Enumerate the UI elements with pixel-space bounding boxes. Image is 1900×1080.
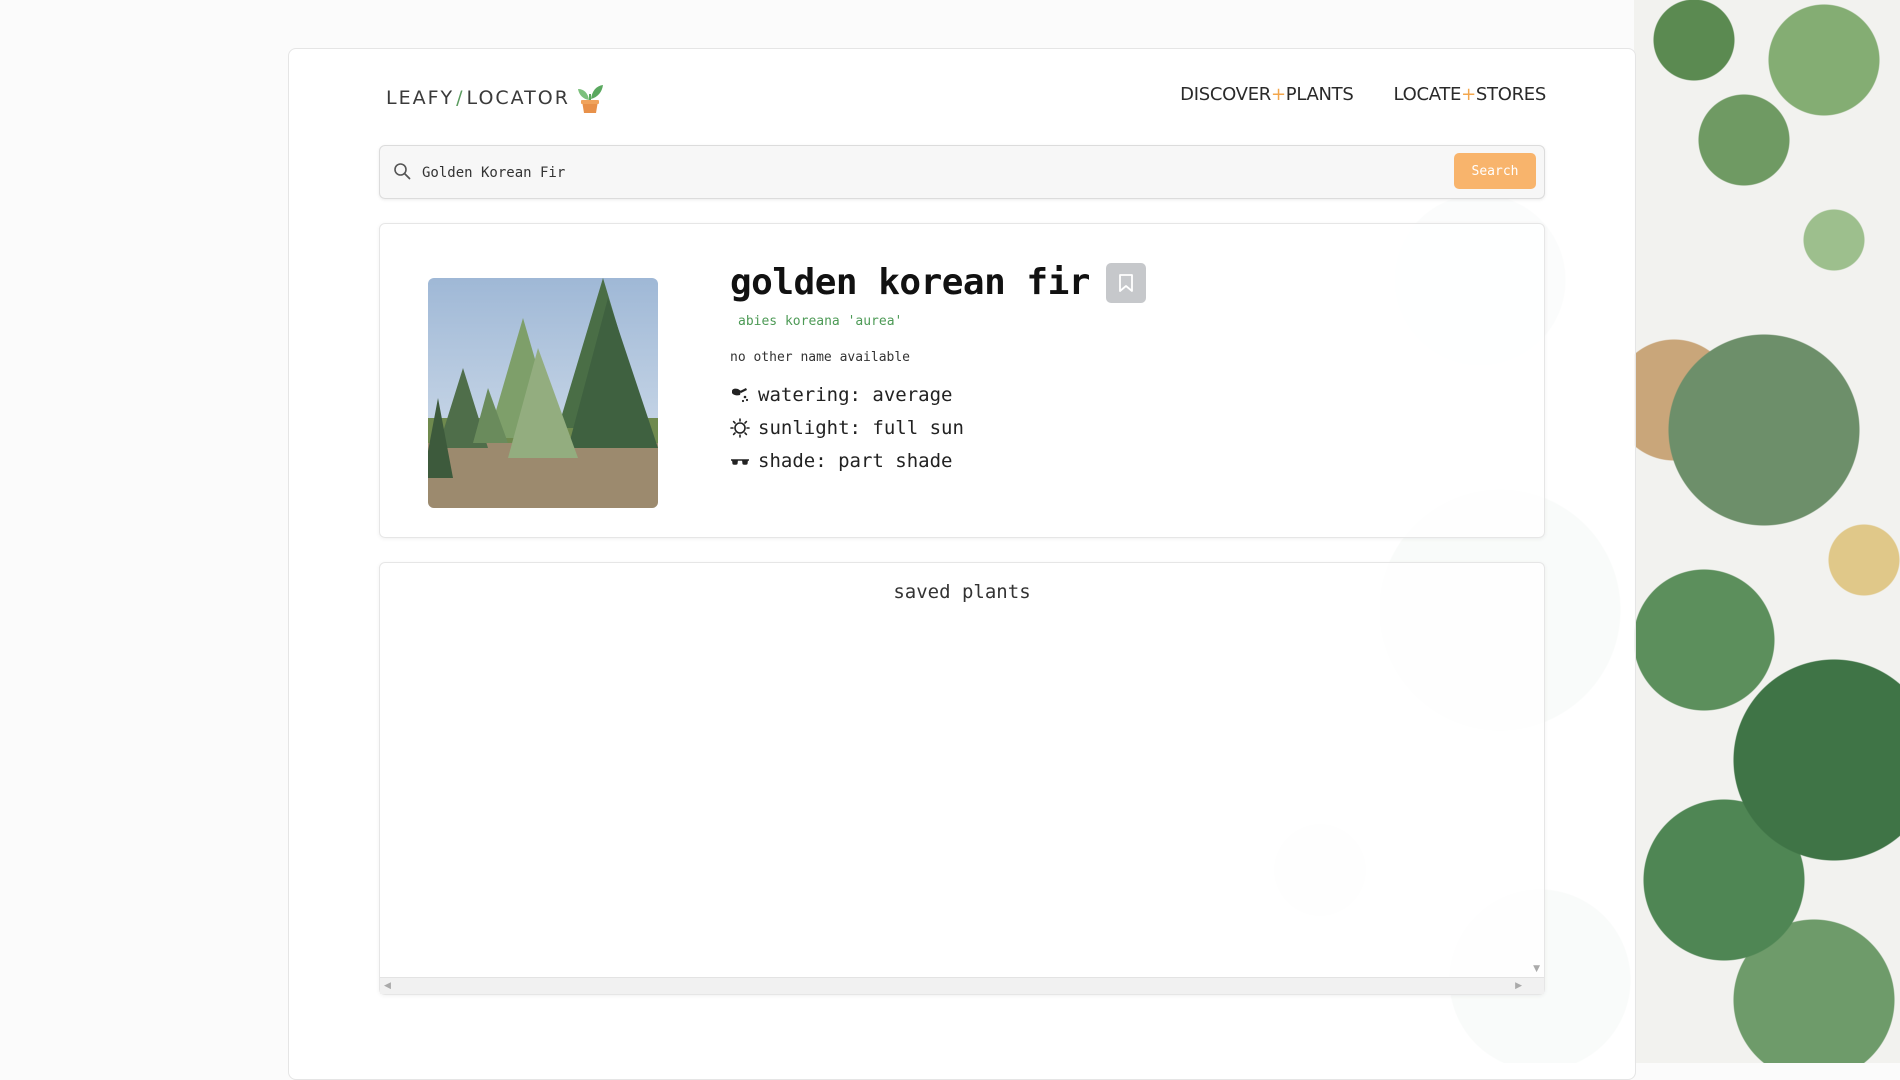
- brand-slash: /: [456, 87, 465, 109]
- nav-discover-plants[interactable]: DISCOVER+PLANTS: [1180, 84, 1354, 105]
- plant-result-card: golden korean fir abies koreana 'aurea' …: [379, 223, 1545, 538]
- plant-sunlight: sunlight: full sun: [730, 417, 964, 439]
- nav-plus: +: [1270, 84, 1286, 105]
- scroll-down-arrow[interactable]: ▼: [1533, 964, 1540, 974]
- watering-text: watering: average: [758, 384, 953, 406]
- sunlight-text: sunlight: full sun: [758, 417, 964, 439]
- watering-can-icon: [732, 388, 749, 403]
- shade-text: shade: part shade: [758, 450, 953, 472]
- plant-watering: watering: average: [730, 384, 952, 406]
- nav-plus: +: [1461, 84, 1476, 105]
- search-button[interactable]: Search: [1454, 153, 1536, 189]
- nav-label-left: LOCATE: [1393, 84, 1462, 105]
- plant-other-name: no other name available: [730, 350, 911, 365]
- nav-label-right: PLANTS: [1285, 84, 1354, 105]
- plant-shade: shade: part shade: [730, 450, 952, 472]
- brand-name-right: LOCATOR: [466, 87, 570, 109]
- bookmark-button[interactable]: [1105, 262, 1146, 303]
- horizontal-scrollbar[interactable]: ◀ ▶: [380, 977, 1544, 994]
- saved-plants-panel[interactable]: saved plants ▼ ◀ ▶: [379, 562, 1545, 995]
- plant-scientific-name: abies koreana 'aurea': [738, 314, 903, 329]
- plant-photo: [428, 278, 658, 508]
- potted-sprout-icon: [577, 85, 603, 113]
- brand-name-left: LEAFY: [386, 87, 455, 109]
- sun-icon: [730, 418, 750, 438]
- nav-label-left: DISCOVER: [1180, 84, 1271, 105]
- plant-title-row: golden korean fir: [730, 262, 1146, 303]
- sunglasses-icon: [731, 459, 749, 465]
- search-bar: Search: [379, 145, 1545, 200]
- plant-common-name: golden korean fir: [730, 262, 1090, 303]
- brand-logo[interactable]: LEAFY / LOCATOR: [386, 82, 604, 114]
- search-icon: [394, 163, 411, 180]
- nav-locate-stores[interactable]: LOCATE+STORES: [1393, 84, 1546, 105]
- scroll-right-arrow[interactable]: ▶: [1515, 981, 1522, 991]
- search-input[interactable]: [420, 146, 1424, 200]
- saved-plants-title: saved plants: [893, 581, 1031, 603]
- background-plants-photo: [1634, 0, 1900, 1063]
- main-nav: DISCOVER+PLANTS LOCATE+STORES: [1180, 84, 1546, 105]
- scroll-left-arrow[interactable]: ◀: [384, 981, 391, 991]
- bookmark-icon: [1119, 273, 1133, 292]
- nav-label-right: STORES: [1475, 84, 1546, 105]
